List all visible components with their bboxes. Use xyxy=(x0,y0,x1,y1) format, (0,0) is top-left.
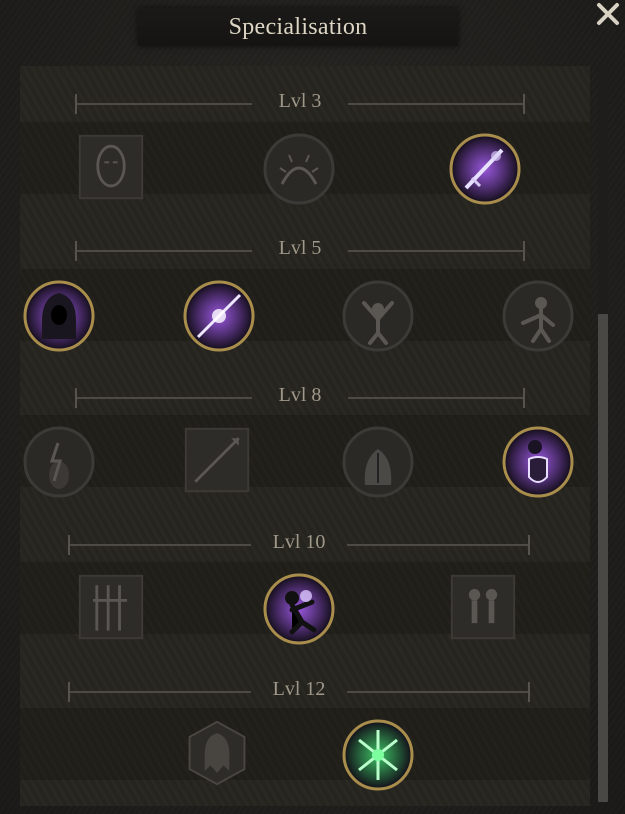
thorn-bush-icon xyxy=(263,133,335,205)
skill-node[interactable] xyxy=(76,132,146,202)
weapon-rack-icon xyxy=(78,574,144,640)
close-icon xyxy=(597,3,619,25)
mask-icon xyxy=(78,134,144,200)
page-title: Specialisation xyxy=(228,13,368,40)
scrollbar-thumb[interactable] xyxy=(598,314,608,802)
level-label: Lvl 12 xyxy=(272,678,326,700)
scrollbar[interactable] xyxy=(598,66,608,802)
level-header: Lvl 10 xyxy=(68,531,530,557)
level-label: Lvl 8 xyxy=(278,384,322,406)
sword-slash-icon xyxy=(449,133,521,205)
ghost-hexagon-icon xyxy=(188,720,246,786)
skill-node[interactable] xyxy=(262,132,336,206)
skill-node[interactable] xyxy=(501,425,575,499)
skill-node[interactable] xyxy=(182,425,252,495)
skill-node[interactable] xyxy=(341,279,415,353)
title-bar: Specialisation xyxy=(138,8,458,46)
skill-node[interactable] xyxy=(341,718,415,792)
close-button[interactable] xyxy=(592,0,624,30)
crossed-blades-icon xyxy=(183,280,255,352)
skill-node[interactable] xyxy=(182,718,252,788)
tier-band xyxy=(20,708,590,780)
skill-node[interactable] xyxy=(22,425,96,499)
level-header: Lvl 8 xyxy=(75,384,525,410)
lightning-figure-icon xyxy=(23,426,95,498)
raised-arms-icon xyxy=(342,280,414,352)
level-header: Lvl 5 xyxy=(75,237,525,263)
skill-node[interactable] xyxy=(448,572,518,642)
skill-node[interactable] xyxy=(448,132,522,206)
charging-warrior-icon xyxy=(263,573,335,645)
level-header: Lvl 12 xyxy=(68,678,530,704)
hooded-figure-icon xyxy=(23,280,95,352)
muscled-back-icon xyxy=(342,426,414,498)
level-label: Lvl 3 xyxy=(278,90,322,112)
skill-node[interactable] xyxy=(341,425,415,499)
skill-node[interactable] xyxy=(501,279,575,353)
level-label: Lvl 5 xyxy=(278,237,322,259)
shield-knight-icon xyxy=(502,426,574,498)
green-blades-icon xyxy=(342,719,414,791)
spear-icon xyxy=(184,427,250,493)
fighter-stance-icon xyxy=(502,280,574,352)
skill-node[interactable] xyxy=(182,279,256,353)
level-header: Lvl 3 xyxy=(75,90,525,116)
duelists-icon xyxy=(450,574,516,640)
level-label: Lvl 10 xyxy=(272,531,326,553)
skill-node[interactable] xyxy=(22,279,96,353)
skill-node[interactable] xyxy=(262,572,336,646)
skill-node[interactable] xyxy=(76,572,146,642)
